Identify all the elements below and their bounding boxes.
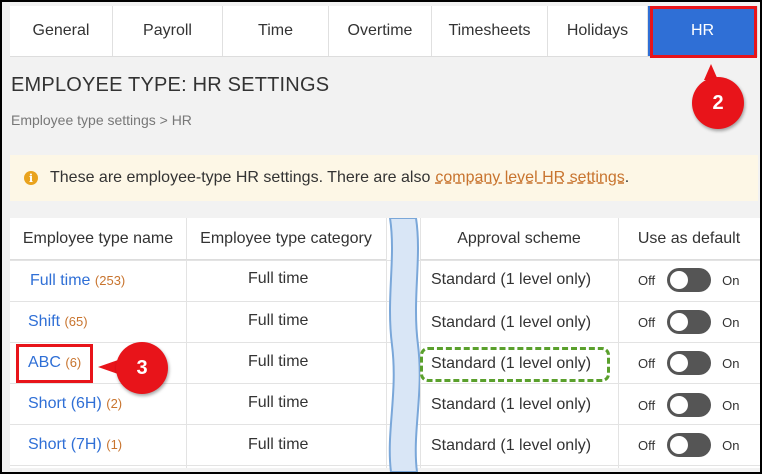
- tab-timesheets[interactable]: Timesheets: [432, 6, 548, 56]
- header-approval-scheme: Approval scheme: [420, 218, 618, 260]
- toggle-off-label: Off: [638, 397, 656, 413]
- tab-time[interactable]: Time: [223, 6, 329, 56]
- employee-type-category: Full time: [248, 394, 309, 411]
- employee-type-table: Employee type name Employee type categor…: [10, 218, 760, 468]
- toggle-switch[interactable]: [667, 310, 712, 334]
- default-toggle[interactable]: Off On: [638, 268, 739, 292]
- screenshot-frame: General Payroll Time Overtime Timesheets…: [0, 0, 762, 474]
- employee-type-name[interactable]: Full time: [30, 272, 90, 289]
- info-text: These are employee-type HR settings. The…: [50, 169, 431, 186]
- table-row[interactable]: Short (7H) (1): [28, 436, 122, 454]
- table-row[interactable]: Short (6H) (2): [28, 395, 122, 413]
- info-icon: i: [24, 171, 38, 185]
- default-toggle[interactable]: Off On: [638, 351, 739, 375]
- employee-type-category: Full time: [248, 436, 309, 453]
- employee-count: (1): [106, 437, 123, 452]
- approval-scheme[interactable]: Standard (1 level only): [431, 271, 591, 289]
- toggle-on-label: On: [722, 272, 740, 288]
- toggle-switch[interactable]: [667, 351, 712, 375]
- tab-holidays[interactable]: Holidays: [548, 6, 648, 56]
- toggle-off-label: Off: [638, 272, 656, 288]
- toggle-on-label: On: [722, 437, 740, 453]
- approval-scheme-highlight: [420, 347, 610, 382]
- tab-overtime[interactable]: Overtime: [329, 6, 432, 56]
- header-employee-type-name: Employee type name: [10, 218, 186, 260]
- tab-payroll[interactable]: Payroll: [113, 6, 223, 56]
- toggle-switch[interactable]: [667, 268, 712, 292]
- toggle-on-label: On: [722, 397, 740, 413]
- toggle-switch[interactable]: [667, 393, 712, 417]
- toggle-on-label: On: [722, 355, 740, 371]
- default-toggle[interactable]: Off On: [638, 310, 739, 334]
- tab-hr[interactable]: HR: [648, 6, 758, 56]
- step-3-badge: 3: [116, 342, 168, 394]
- employee-type-name[interactable]: Shift: [28, 313, 60, 330]
- company-hr-settings-link[interactable]: company level HR settings: [435, 169, 624, 187]
- header-employee-type-category: Employee type category: [186, 218, 386, 260]
- employee-type-name[interactable]: Short (6H): [28, 395, 102, 412]
- approval-scheme[interactable]: Standard (1 level only): [431, 314, 591, 332]
- approval-scheme[interactable]: Standard (1 level only): [431, 437, 591, 455]
- employee-count: (253): [94, 273, 126, 288]
- page-title: EMPLOYEE TYPE: HR SETTINGS: [11, 74, 330, 96]
- employee-type-category: Full time: [248, 312, 309, 329]
- employee-count: (65): [64, 314, 88, 329]
- header-use-as-default: Use as default: [618, 218, 760, 260]
- toggle-switch[interactable]: [667, 433, 712, 457]
- breadcrumb[interactable]: Employee type settings > HR: [11, 112, 192, 128]
- info-suffix: .: [624, 169, 630, 186]
- employee-count: (2): [106, 396, 123, 411]
- abc-name-highlight: [16, 344, 93, 383]
- column-break-squiggle: [388, 218, 420, 472]
- approval-scheme[interactable]: Standard (1 level only): [431, 396, 591, 414]
- default-toggle[interactable]: Off On: [638, 393, 739, 417]
- table-row[interactable]: Shift (65): [28, 313, 88, 331]
- tab-general[interactable]: General: [10, 6, 113, 56]
- employee-type-category: Full time: [248, 353, 309, 370]
- tab-bar: General Payroll Time Overtime Timesheets…: [10, 6, 758, 57]
- step-3-pointer: [98, 360, 118, 374]
- employee-type-name[interactable]: Short (7H): [28, 436, 102, 453]
- info-banner: i These are employee-type HR settings. T…: [10, 155, 758, 201]
- toggle-off-label: Off: [638, 355, 656, 371]
- step-2-badge: 2: [692, 77, 744, 129]
- default-toggle[interactable]: Off On: [638, 433, 739, 457]
- toggle-off-label: Off: [638, 437, 656, 453]
- toggle-on-label: On: [722, 314, 740, 330]
- toggle-off-label: Off: [638, 314, 656, 330]
- table-row[interactable]: Full time (253): [30, 272, 125, 290]
- employee-type-category: Full time: [248, 270, 309, 287]
